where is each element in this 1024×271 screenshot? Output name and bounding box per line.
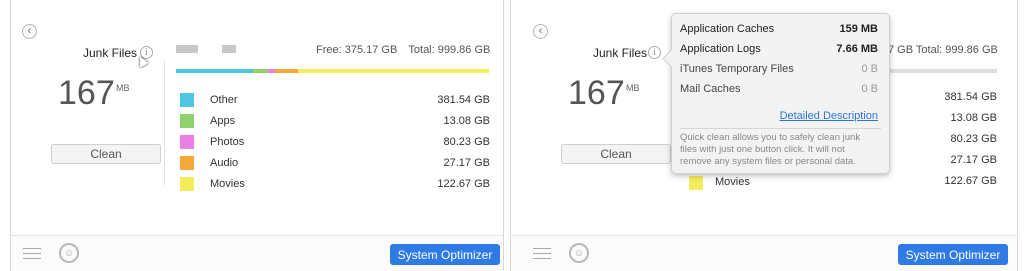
disk-type-redacted [222, 45, 236, 53]
disk-usage-segment [176, 69, 253, 73]
category-value: 80.23 GB [443, 136, 490, 148]
junk-files-title: Junk Files [593, 46, 648, 60]
category-value: 27.17 GB [950, 154, 997, 166]
robot-icon[interactable]: ☺ [569, 243, 589, 263]
tooltip-row: Application Logs 7.66 MB [680, 43, 878, 57]
junk-size-unit: MB [116, 83, 130, 93]
junk-files-panel: ‹ Junk Files i 167 MB Clean Free: 375.17… [10, 0, 504, 271]
tooltip-row-value: 0 B [861, 63, 878, 75]
category-label: Movies [715, 176, 750, 188]
tooltip-divider [680, 128, 881, 129]
tooltip-row: Mail Caches 0 B [680, 83, 878, 97]
category-value: 122.67 GB [944, 175, 997, 187]
category-swatch [180, 177, 194, 191]
disk-summary: 7 GB Total: 999.86 GB [888, 44, 998, 56]
back-icon[interactable]: ‹ [533, 24, 548, 39]
category-row: Other 381.54 GB [180, 93, 490, 107]
category-value: 13.08 GB [443, 115, 490, 127]
tooltip-row-value: 159 MB [839, 23, 878, 35]
category-value: 381.54 GB [437, 94, 490, 106]
category-value: 27.17 GB [443, 157, 490, 169]
disk-total: Total: 999.86 GB [408, 44, 491, 56]
disk-usage-bar [176, 69, 489, 73]
clean-button[interactable]: Clean [51, 144, 161, 164]
category-swatch [180, 156, 194, 170]
clean-button[interactable]: Clean [561, 144, 671, 164]
tooltip-row-label: Application Caches [680, 23, 775, 35]
menu-icon[interactable] [23, 248, 41, 261]
category-label: Other [210, 94, 238, 106]
footer: ☺ System Optimizer [511, 235, 1017, 271]
disk-summary: Free: 375.17 GB Total: 999.86 GB [316, 44, 490, 56]
tooltip-row-label: Mail Caches [680, 83, 741, 95]
system-optimizer-button[interactable]: System Optimizer [898, 244, 1008, 265]
junk-size-value: 167 [568, 74, 625, 112]
footer: ☺ System Optimizer [11, 235, 503, 271]
category-value: 381.54 GB [944, 91, 997, 103]
tooltip-row: iTunes Temporary Files 0 B [680, 63, 878, 77]
disk-name-redacted [176, 45, 198, 53]
category-label: Photos [210, 136, 245, 148]
category-swatch [180, 93, 194, 107]
category-value: 122.67 GB [437, 178, 490, 190]
disk-usage-segment [274, 69, 299, 73]
category-row: Audio 27.17 GB [180, 156, 490, 170]
category-label: Apps [210, 115, 236, 127]
tooltip-row-label: Application Logs [680, 43, 761, 55]
info-icon[interactable]: i [648, 46, 661, 59]
category-row: Apps 13.08 GB [180, 114, 490, 128]
category-value: 13.08 GB [950, 112, 997, 124]
category-swatch [180, 114, 194, 128]
disk-free: Free: 375.17 GB [316, 44, 398, 56]
menu-icon[interactable] [533, 248, 551, 261]
junk-size-value: 167 [58, 74, 115, 112]
junk-files-title: Junk Files [83, 46, 138, 60]
back-icon[interactable]: ‹ [22, 24, 37, 39]
tooltip-row-value: 0 B [861, 83, 878, 95]
junk-details-tooltip: Application Caches 159 MB Application Logs… [662, 13, 890, 174]
category-label: Audio [210, 157, 239, 169]
detailed-description-link[interactable]: Detailed Description [780, 110, 878, 122]
category-row: Movies 122.67 GB [180, 177, 490, 191]
robot-icon[interactable]: ☺ [59, 243, 79, 263]
tooltip-row-label: iTunes Temporary Files [680, 63, 794, 75]
divider [164, 60, 165, 185]
category-row: Photos 80.23 GB [180, 135, 490, 149]
tooltip-row-value: 7.66 MB [836, 43, 878, 55]
category-swatch [689, 176, 703, 190]
disk-usage-bar [888, 69, 997, 73]
tooltip-row: Application Caches 159 MB [680, 23, 878, 37]
category-swatch [180, 135, 194, 149]
system-optimizer-button[interactable]: System Optimizer [390, 244, 500, 265]
category-value: 80.23 GB [950, 133, 997, 145]
disk-usage-segment [298, 69, 489, 73]
junk-size-unit: MB [626, 83, 640, 93]
category-label: Movies [210, 178, 245, 190]
tooltip-note: Quick clean allows you to safely clean j… [680, 132, 861, 167]
disk-usage-segment [252, 69, 269, 73]
